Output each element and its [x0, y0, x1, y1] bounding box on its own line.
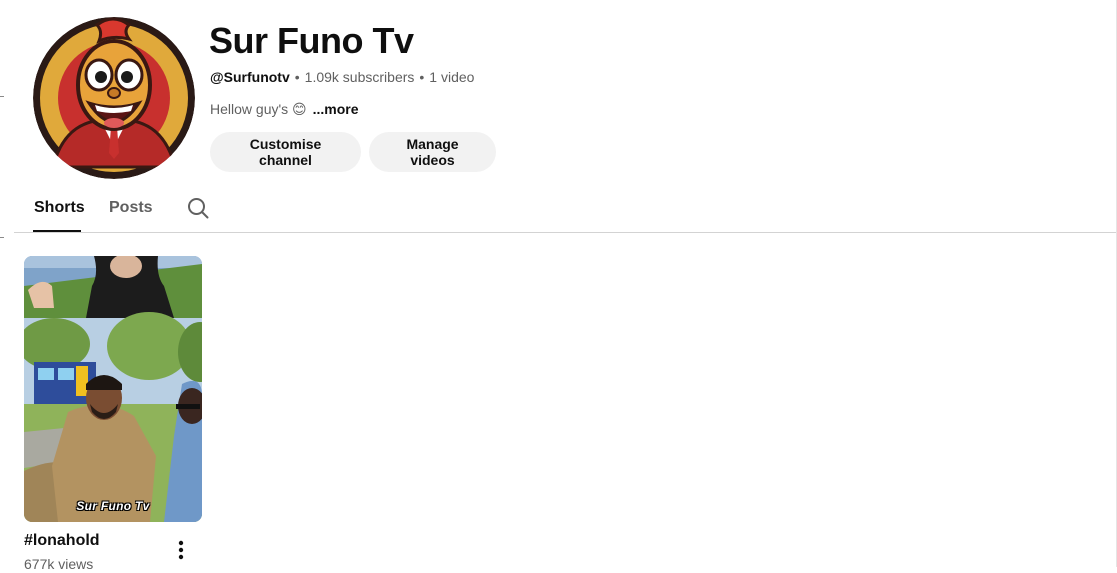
- description-text: Hellow guy's 😊: [210, 101, 307, 117]
- tab-shorts[interactable]: Shorts: [34, 198, 85, 218]
- short-thumbnail[interactable]: Sur Funo Tv: [24, 256, 202, 522]
- channel-meta: @Surfunotv • 1.09k subscribers • 1 video: [210, 68, 474, 86]
- more-vert-icon[interactable]: [171, 538, 191, 562]
- subscriber-count: 1.09k subscribers: [304, 69, 415, 85]
- short-views: 677k views: [24, 556, 94, 572]
- meta-separator: •: [419, 69, 425, 85]
- more-link[interactable]: ...more: [313, 101, 359, 117]
- search-icon[interactable]: [186, 196, 210, 220]
- channel-description[interactable]: Hellow guy's 😊 ...more: [210, 100, 359, 118]
- customise-channel-button[interactable]: Customise channel: [210, 132, 361, 172]
- meta-separator: •: [294, 69, 300, 85]
- channel-title: Sur Funo Tv: [209, 20, 414, 61]
- thumbnail-watermark: Sur Funo Tv: [76, 499, 150, 513]
- edge-mark: [0, 96, 4, 97]
- video-count: 1 video: [429, 69, 475, 85]
- edge-mark: [0, 237, 4, 238]
- channel-avatar[interactable]: [33, 17, 195, 179]
- short-title[interactable]: #lonahold: [24, 531, 100, 551]
- tab-selected-indicator: [33, 230, 81, 232]
- manage-videos-button[interactable]: Manage videos: [369, 132, 496, 172]
- channel-tabs: Shorts Posts: [14, 188, 1116, 233]
- short-card[interactable]: Sur Funo Tv #lonahold 677k views: [24, 256, 202, 572]
- tab-posts[interactable]: Posts: [109, 198, 153, 218]
- channel-handle[interactable]: @Surfunotv: [210, 69, 290, 85]
